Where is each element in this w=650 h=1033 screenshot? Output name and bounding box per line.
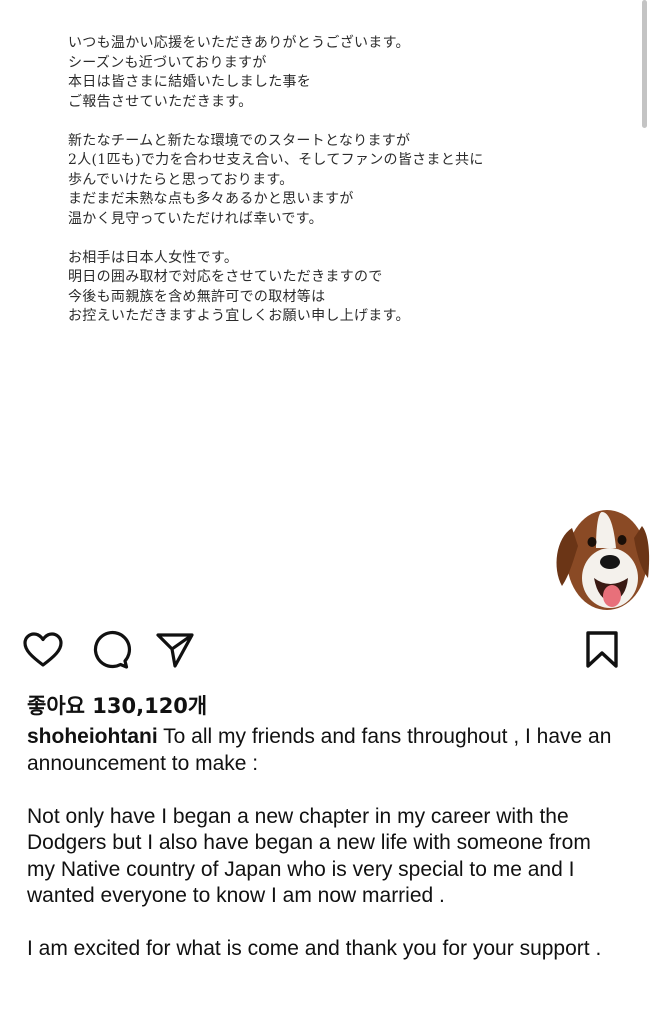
letter-paragraph-1: いつも温かい応援をいただきありがとうございます。 シーズンも近づいておりますが … [68,34,484,112]
likes-count[interactable]: 좋아요 130,120개 [27,690,207,720]
letter-line: 本日は皆さまに結婚いたしました事を [68,74,312,90]
letter-line: まだまだ未熟な点も多々あるかと思いますが [68,191,354,207]
letter-line: 2人(1匹も)で力を合わせ支え合い、そしてファンの皆さまと共に [68,152,484,168]
post-caption: shoheiohtani To all my friends and fans … [27,724,617,989]
caption-paragraph: Not only have I began a new chapter in m… [27,804,591,908]
heart-icon[interactable] [21,628,65,672]
letter-paragraph-2: 新たなチームと新たな環境でのスタートとなりますが 2人(1匹も)で力を合わせ支え… [68,132,484,230]
announcement-letter: いつも温かい応援をいただきありがとうございます。 シーズンも近づいておりますが … [68,34,484,346]
letter-line: いつも温かい応援をいただきありがとうございます。 [68,35,410,51]
scrollbar[interactable] [642,0,647,128]
paper-plane-icon[interactable] [153,628,197,672]
letter-paragraph-3: お相手は日本人女性です。 明日の囲み取材で対応をさせていただきますので 今後も両… [68,249,484,327]
dog-photo [556,510,650,610]
post-image[interactable]: いつも温かい応援をいただきありがとうございます。 シーズンも近づいておりますが … [0,0,650,612]
username-link[interactable]: shoheiohtani [27,725,158,748]
post-action-bar [0,628,650,672]
letter-line: 歩んでいけたらと思っております。 [68,171,294,188]
letter-line: 新たなチームと新たな環境でのスタートとなりますが [68,132,411,149]
letter-line: お相手は日本人女性です。 [68,249,239,266]
caption-paragraph: shoheiohtani To all my friends and fans … [27,724,617,777]
letter-line: 明日の囲み取材で対応をさせていただきますので [68,269,383,285]
letter-line: ご報告させていただきます。 [68,93,253,110]
letter-line: シーズンも近づいておりますが [68,54,267,71]
caption-paragraph: I am excited for what is come and thank … [27,937,602,960]
letter-line: 今後も両親族を含め無許可での取材等は [68,288,326,305]
letter-line: 温かく見守っていただければ幸いです。 [68,210,323,227]
bookmark-icon[interactable] [580,628,624,672]
letter-line: お控えいただきますよう宜しくお願い申し上げます。 [68,308,410,324]
comment-icon[interactable] [88,628,132,672]
